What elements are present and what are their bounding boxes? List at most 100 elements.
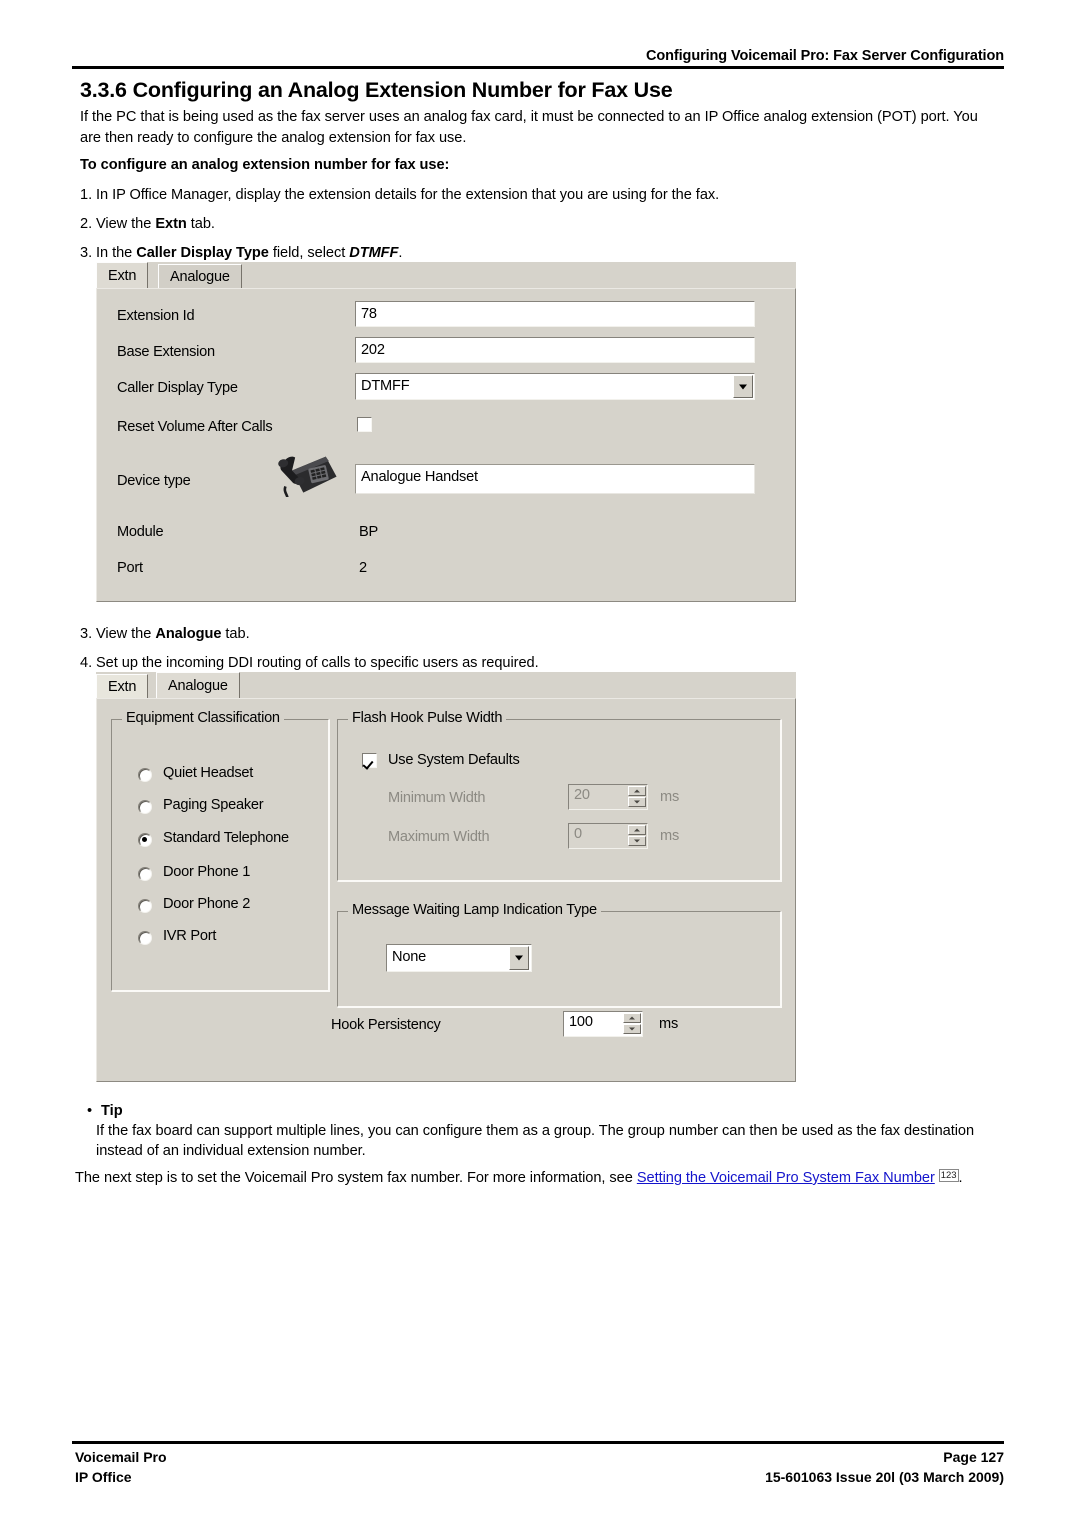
list-item-value-emphasis: DTMFF xyxy=(349,245,399,261)
device-type-label: Device type xyxy=(117,473,191,489)
stepper-buttons[interactable] xyxy=(628,786,646,808)
list-item-number: 1. xyxy=(80,187,93,203)
hook-persistency-stepper[interactable]: 100 xyxy=(563,1011,643,1037)
closing-text: The next step is to set the Voicemail Pr… xyxy=(75,1170,637,1186)
list-item: 3. View the Analogue tab. xyxy=(80,624,990,644)
list-item-text: Set up the incoming DDI routing of calls… xyxy=(96,655,539,671)
tab-label: Extn xyxy=(108,268,137,284)
hook-persistency-unit: ms xyxy=(659,1016,679,1032)
radio-standard-telephone[interactable] xyxy=(138,833,152,847)
footer-document-id: 15-601063 Issue 20l (03 March 2009) xyxy=(765,1469,1004,1485)
stepper-down-icon[interactable] xyxy=(628,836,646,846)
stepper-down-icon[interactable] xyxy=(623,1024,641,1034)
radio-standard-telephone-label: Standard Telephone xyxy=(163,830,289,846)
reset-volume-label: Reset Volume After Calls xyxy=(117,419,273,435)
page-header-title: Configuring Voicemail Pro: Fax Server Co… xyxy=(646,48,1004,64)
analogue-tab-panel: Equipment Classification Quiet Headset P… xyxy=(96,698,796,1082)
maximum-width-label: Maximum Width xyxy=(388,829,490,845)
tab-label: Analogue xyxy=(168,678,228,694)
minimum-width-stepper[interactable]: 20 xyxy=(568,784,648,810)
header-divider xyxy=(72,66,1004,69)
list-item-number: 3. xyxy=(80,626,93,642)
radio-door-phone-1[interactable] xyxy=(138,867,152,881)
module-value: BP xyxy=(359,524,379,540)
list-item-number: 3. xyxy=(80,245,93,261)
use-system-defaults-label: Use System Defaults xyxy=(388,752,520,768)
tab-extn[interactable]: Extn xyxy=(96,674,149,698)
list-item-emphasis: Extn xyxy=(155,216,187,232)
base-extension-label: Base Extension xyxy=(117,344,215,360)
list-item: 4. Set up the incoming DDI routing of cal… xyxy=(80,653,990,673)
stepper-up-icon[interactable] xyxy=(628,786,646,796)
page-title: 3.3.6 Configuring an Analog Extension Nu… xyxy=(80,78,673,102)
maximum-width-stepper[interactable]: 0 xyxy=(568,823,648,849)
hook-persistency-label: Hook Persistency xyxy=(331,1017,441,1033)
stepper-up-icon[interactable] xyxy=(623,1013,641,1023)
list-item-emphasis: Caller Display Type xyxy=(136,245,269,261)
radio-door-phone-2-label: Door Phone 2 xyxy=(163,896,251,912)
radio-door-phone-2[interactable] xyxy=(138,899,152,913)
extension-id-input[interactable]: 78 xyxy=(355,301,755,327)
maximum-width-unit: ms xyxy=(660,828,680,844)
footer-divider xyxy=(72,1441,1004,1444)
minimum-width-value: 20 xyxy=(574,787,590,803)
tab-label: Analogue xyxy=(170,269,230,285)
extension-settings-dialog: Extn Analogue Extension Id 78 Base Exten… xyxy=(96,262,796,602)
dialog-tabstrip: Extn Analogue xyxy=(96,262,796,288)
extn-tab-panel: Extension Id 78 Base Extension 202 Calle… xyxy=(96,288,796,602)
use-system-defaults-checkbox[interactable] xyxy=(362,753,377,768)
stepper-up-icon[interactable] xyxy=(628,825,646,835)
list-item-text-tail: tab. xyxy=(221,626,250,642)
tab-analogue[interactable]: Analogue xyxy=(156,672,240,698)
caller-display-type-combobox[interactable]: DTMFF xyxy=(355,373,755,400)
intro-paragraph: If the PC that is being used as the fax … xyxy=(80,109,978,146)
radio-ivr-port[interactable] xyxy=(138,931,152,945)
closing-text-tail: . xyxy=(958,1170,963,1186)
bullet-icon: • xyxy=(87,1103,93,1119)
tip-heading: • Tip xyxy=(87,1102,123,1121)
footer-right: Page 127 15-601063 Issue 20l (03 March 2… xyxy=(765,1447,1004,1487)
port-label: Port xyxy=(117,560,143,576)
chevron-down-glyph xyxy=(515,955,523,961)
stepper-buttons[interactable] xyxy=(623,1013,641,1035)
equipment-classification-group: Equipment Classification Quiet Headset P… xyxy=(110,710,330,992)
footer-left: Voicemail Pro IP Office xyxy=(75,1447,167,1487)
footer-page-number: Page 127 xyxy=(943,1449,1004,1465)
chevron-down-icon[interactable] xyxy=(509,946,529,970)
radio-door-phone-1-label: Door Phone 1 xyxy=(163,864,251,880)
port-value: 2 xyxy=(359,560,367,576)
tab-analogue[interactable]: Analogue xyxy=(158,264,242,288)
list-item-text-tail: tab. xyxy=(186,216,215,232)
list-item-text: In the xyxy=(96,245,137,261)
list-item: 1. In IP Office Manager, display the exte… xyxy=(80,185,990,205)
base-extension-input[interactable]: 202 xyxy=(355,337,755,363)
hook-persistency-value: 100 xyxy=(569,1014,593,1030)
stepper-buttons[interactable] xyxy=(628,825,646,847)
list-item-text: View the xyxy=(96,626,156,642)
reset-volume-checkbox[interactable] xyxy=(357,417,372,432)
list-item-text-tail: . xyxy=(398,245,403,261)
radio-quiet-headset-label: Quiet Headset xyxy=(163,765,254,781)
equipment-classification-title: Equipment Classification xyxy=(122,710,284,726)
tab-extn[interactable]: Extn xyxy=(96,262,149,288)
device-type-value: Analogue Handset xyxy=(355,464,755,494)
footer-product-name: Voicemail Pro xyxy=(75,1449,167,1465)
list-item-number: 4. xyxy=(80,655,93,671)
page-reference-badge: 123 xyxy=(938,1169,959,1182)
tab-label: Extn xyxy=(108,679,137,695)
flash-hook-pulse-width-group: Flash Hook Pulse Width Use System Defaul… xyxy=(336,710,782,882)
list-item-number: 2. xyxy=(80,216,93,232)
cross-reference-link[interactable]: Setting the Voicemail Pro System Fax Num… xyxy=(637,1170,935,1186)
chevron-down-icon[interactable] xyxy=(733,375,753,398)
procedure-subheading: To configure an analog extension number … xyxy=(80,157,450,173)
radio-paging-speaker[interactable] xyxy=(138,800,152,814)
stepper-down-icon[interactable] xyxy=(628,797,646,807)
list-item: 2. View the Extn tab. xyxy=(80,214,990,234)
footer-platform-name: IP Office xyxy=(75,1469,132,1485)
extension-id-label: Extension Id xyxy=(117,308,195,324)
radio-quiet-headset[interactable] xyxy=(138,768,152,782)
minimum-width-unit: ms xyxy=(660,789,680,805)
analogue-telephone-icon xyxy=(277,449,339,502)
mwi-type-title: Message Waiting Lamp Indication Type xyxy=(348,902,601,918)
tip-body-text: If the fax board can support multiple li… xyxy=(96,1123,975,1159)
